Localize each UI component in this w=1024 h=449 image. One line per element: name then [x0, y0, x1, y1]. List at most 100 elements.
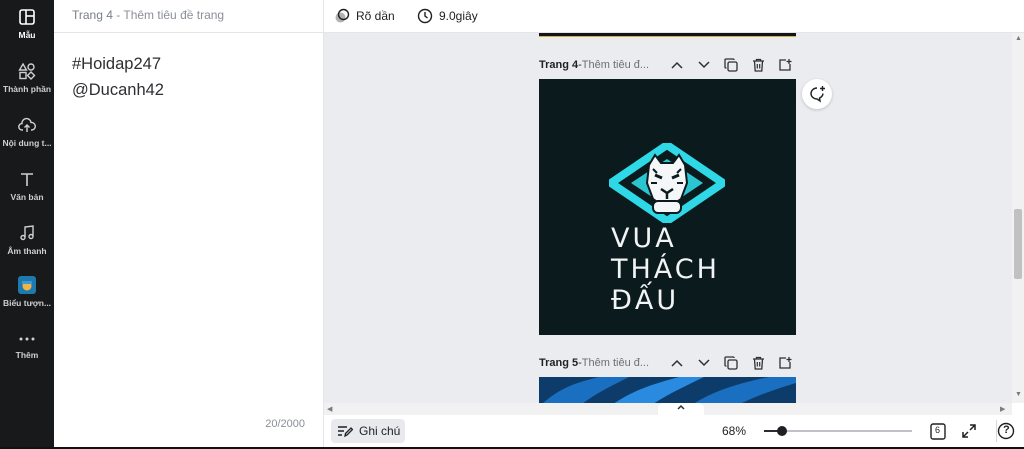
slide-title-line: THÁCH [611, 254, 720, 285]
notes-char-count: 20/2000 [265, 418, 305, 430]
trash-icon [752, 356, 764, 370]
sidebar-item-more[interactable]: Thêm [0, 332, 54, 384]
timing-button[interactable]: 9.0giây [417, 5, 478, 27]
chevron-up-icon [671, 61, 683, 69]
clock-icon [417, 8, 433, 24]
sidebar-item-label: Âm thanh [7, 246, 47, 256]
page-title-input[interactable]: Thêm tiêu đ... [582, 59, 649, 71]
notes-line: @Ducanh42 [72, 81, 164, 99]
top-toolbar: Rõ dần 9.0giây [324, 0, 1024, 33]
notes-page-label: Trang 4 [72, 8, 113, 22]
move-down-button[interactable] [695, 355, 713, 371]
add-page-button[interactable] [776, 57, 794, 73]
editor-app: Mẫu Thành phần Nội dung t... Văn bản Âm … [0, 0, 1024, 449]
page-4-slide[interactable]: VUA THÁCH ĐẤU [539, 79, 796, 335]
transition-label: Rõ dần [356, 9, 395, 23]
page-5-header: Trang 5 - Thêm tiêu đ... [539, 355, 649, 371]
vertical-scroll-thumb[interactable] [1014, 209, 1022, 279]
notes-textarea[interactable]: #Hoidap247 @Ducanh42 [54, 33, 323, 103]
duplicate-icon [724, 356, 738, 370]
sidebar-item-audio[interactable]: Âm thanh [0, 224, 54, 276]
add-comment-button[interactable] [802, 79, 832, 109]
sidebar-item-elements[interactable]: Thành phần [0, 62, 54, 114]
wave-pattern-icon [543, 377, 796, 403]
zoom-percentage[interactable]: 68% [722, 424, 746, 438]
sidebar-item-uploads[interactable]: Nội dung t... [0, 116, 54, 168]
canvas-area: Trang 4 - Thêm tiêu đ... VUA THÁCH ĐẤU T… [324, 33, 1012, 403]
sidebar-item-label: Mẫu [18, 30, 36, 40]
music-icon [20, 225, 34, 241]
notes-header: Trang 4 - Thêm tiêu đề trang [54, 0, 323, 33]
page-5-slide[interactable] [539, 377, 796, 403]
duplicate-page-button[interactable] [722, 57, 740, 73]
chevron-up-icon [677, 404, 685, 410]
more-icon [19, 337, 35, 341]
delete-page-button[interactable] [749, 355, 767, 371]
trash-icon [752, 58, 764, 72]
page-5-actions [668, 355, 794, 371]
slide-title-line: ĐẤU [611, 285, 680, 316]
zoom-slider[interactable] [764, 426, 912, 436]
notes-toggle-label: Ghi chú [359, 424, 401, 438]
page-count-button[interactable]: 6 [928, 421, 948, 441]
page-title-input[interactable]: Thêm tiêu đ... [582, 357, 649, 369]
page-3-thumbnail-edge[interactable] [539, 33, 796, 37]
expand-pages-toggle[interactable] [658, 403, 704, 415]
add-page-icon [779, 357, 792, 369]
sidebar-item-label: Nội dung t... [2, 138, 52, 148]
expand-icon [962, 424, 976, 438]
text-icon [21, 173, 33, 186]
fullscreen-button[interactable] [959, 421, 979, 441]
slide-title-line: VUA [611, 223, 677, 254]
transition-button[interactable]: Rõ dần [334, 5, 395, 27]
notes-header-separator: - [112, 8, 124, 22]
chevron-up-icon [671, 359, 683, 367]
sidebar-item-brand[interactable]: Biểu tượn... [0, 276, 54, 328]
notes-page-title[interactable]: Thêm tiêu đề trang [123, 8, 224, 22]
left-sidebar: Mẫu Thành phần Nội dung t... Văn bản Âm … [0, 0, 54, 447]
timing-label: 9.0giây [439, 9, 478, 23]
help-label: ? [1003, 424, 1010, 436]
duplicate-page-button[interactable] [722, 355, 740, 371]
notes-line: #Hoidap247 [72, 55, 161, 73]
scroll-up-arrow-icon[interactable]: ▲ [1015, 35, 1022, 42]
sidebar-item-templates[interactable]: Mẫu [0, 8, 54, 60]
slide-title[interactable]: VUA THÁCH ĐẤU [611, 223, 720, 316]
page-4-actions [668, 57, 794, 73]
tiger-logo-icon [609, 143, 725, 223]
scroll-right-arrow-icon[interactable]: ▶ [1000, 405, 1005, 413]
scroll-down-arrow-icon[interactable]: ▼ [1015, 391, 1022, 398]
add-page-icon [779, 59, 792, 71]
sidebar-item-label: Văn bản [10, 192, 44, 202]
add-page-button[interactable] [776, 355, 794, 371]
sidebar-item-label: Biểu tượn... [2, 298, 52, 308]
delete-page-button[interactable] [749, 57, 767, 73]
page-4-header: Trang 4 - Thêm tiêu đ... [539, 57, 649, 73]
vertical-scrollbar[interactable]: ▲ ▼ [1012, 33, 1024, 403]
sidebar-item-text[interactable]: Văn bản [0, 170, 54, 222]
page-label: Trang 5 [539, 357, 579, 369]
sidebar-item-label: Thành phần [2, 84, 52, 94]
elements-icon [18, 62, 36, 80]
move-up-button[interactable] [668, 57, 686, 73]
upload-icon [18, 117, 36, 132]
notes-toggle-button[interactable]: Ghi chú [331, 419, 405, 443]
zoom-slider-handle[interactable] [776, 426, 787, 436]
bottom-bar: Ghi chú 68% 6 ? [324, 415, 1024, 447]
chevron-down-icon [698, 61, 710, 69]
page-count: 6 [935, 425, 941, 435]
brand-icon [18, 276, 36, 294]
help-button[interactable]: ? [996, 421, 1016, 441]
move-down-button[interactable] [695, 57, 713, 73]
transition-icon [335, 8, 350, 23]
scroll-left-arrow-icon[interactable]: ◀ [327, 405, 332, 413]
notes-panel: Trang 4 - Thêm tiêu đề trang #Hoidap247 … [54, 0, 324, 447]
move-up-button[interactable] [668, 355, 686, 371]
notes-icon [338, 426, 353, 438]
chevron-down-icon [698, 359, 710, 367]
duplicate-icon [724, 58, 738, 72]
template-icon [19, 9, 35, 25]
sidebar-item-label: Thêm [15, 350, 39, 360]
comment-add-icon [810, 86, 825, 103]
page-label: Trang 4 [539, 59, 579, 71]
